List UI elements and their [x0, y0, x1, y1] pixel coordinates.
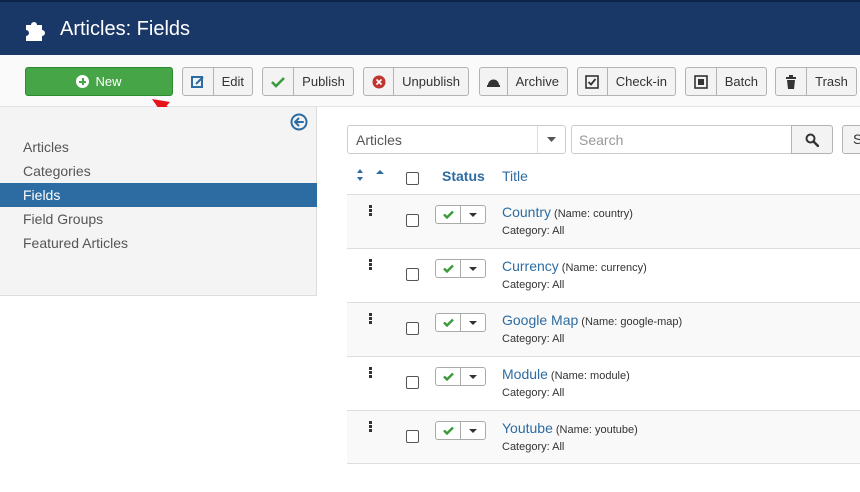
circle-x-icon: [364, 68, 395, 95]
table-row: Module (Name: module) Category: All: [347, 356, 860, 410]
batch-icon: [686, 68, 717, 95]
check-icon: [263, 68, 294, 95]
field-title-link[interactable]: Country: [502, 204, 551, 220]
new-button-label: New: [95, 74, 122, 89]
check-icon: [436, 314, 461, 331]
field-category: Category: All: [502, 333, 565, 345]
field-category: Category: All: [502, 387, 565, 399]
field-title-link[interactable]: Google Map: [502, 312, 578, 328]
batch-button[interactable]: Batch: [685, 67, 767, 96]
column-header-title[interactable]: Title: [502, 168, 528, 184]
row-checkbox[interactable]: [406, 430, 419, 443]
new-button[interactable]: New: [25, 67, 173, 96]
context-select[interactable]: Articles: [347, 125, 566, 154]
drag-handle-icon[interactable]: [369, 205, 373, 217]
field-title-link[interactable]: Youtube: [502, 420, 553, 436]
check-icon: [436, 260, 461, 277]
check-icon: [436, 206, 461, 223]
status-toggle[interactable]: [435, 367, 486, 386]
field-category: Category: All: [502, 279, 565, 291]
row-checkbox[interactable]: [406, 322, 419, 335]
check-icon: [436, 368, 461, 385]
puzzle-icon: [26, 22, 45, 41]
plus-circle-icon: [76, 75, 90, 88]
sidebar: Articles Categories Fields Field Groups …: [0, 107, 317, 296]
drag-handle-icon[interactable]: [369, 367, 373, 379]
table-row: Currency (Name: currency) Category: All: [347, 248, 860, 302]
field-alias: (Name: youtube): [555, 424, 638, 436]
table-row: Google Map (Name: google-map) Category: A…: [347, 302, 860, 356]
sidebar-item-featured-articles[interactable]: Featured Articles: [0, 231, 317, 255]
collapse-sidebar-icon[interactable]: [290, 113, 308, 131]
check-icon: [436, 422, 461, 439]
status-toggle[interactable]: [435, 313, 486, 332]
column-header-status[interactable]: Status: [442, 168, 485, 184]
row-checkbox[interactable]: [406, 376, 419, 389]
drag-handle-icon[interactable]: [369, 259, 373, 271]
sidebar-item-articles[interactable]: Articles: [0, 135, 317, 159]
row-checkbox[interactable]: [406, 268, 419, 281]
edit-button[interactable]: Edit: [182, 67, 253, 96]
archive-button[interactable]: Archive: [479, 67, 568, 96]
sidebar-item-categories[interactable]: Categories: [0, 159, 317, 183]
status-toggle[interactable]: [435, 259, 486, 278]
search-button[interactable]: [791, 125, 833, 154]
toolbar: New Edit Publish Unpublish Archive Check…: [0, 55, 860, 107]
table-bottom-border: [347, 463, 860, 464]
field-alias: (Name: google-map): [581, 316, 683, 328]
field-alias: (Name: module): [550, 370, 630, 382]
sidebar-item-fields[interactable]: Fields: [0, 183, 317, 207]
trash-button[interactable]: Trash: [775, 67, 857, 96]
sidebar-item-field-groups[interactable]: Field Groups: [0, 207, 317, 231]
chevron-down-icon: [537, 126, 565, 153]
search-input[interactable]: [571, 125, 792, 154]
chevron-down-icon: [461, 368, 485, 385]
edit-icon: [183, 68, 214, 95]
drag-handle-icon[interactable]: [369, 313, 373, 325]
drag-handle-icon[interactable]: [369, 421, 373, 433]
field-alias: (Name: currency): [561, 262, 647, 274]
publish-button[interactable]: Publish: [262, 67, 354, 96]
select-all-checkbox[interactable]: [406, 172, 419, 185]
unpublish-button[interactable]: Unpublish: [363, 67, 469, 96]
search-tools-button[interactable]: S: [842, 125, 860, 154]
row-checkbox[interactable]: [406, 214, 419, 227]
field-category: Category: All: [502, 225, 565, 237]
chevron-down-icon: [461, 260, 485, 277]
table-row: Youtube (Name: youtube) Category: All: [347, 410, 860, 464]
chevron-down-icon: [461, 206, 485, 223]
search-icon: [805, 133, 819, 147]
checkbox-icon: [578, 68, 608, 95]
page-header: Articles: Fields: [0, 0, 860, 55]
archive-icon: [480, 68, 508, 95]
status-toggle[interactable]: [435, 205, 486, 224]
field-title-link[interactable]: Module: [502, 366, 548, 382]
chevron-down-icon: [461, 422, 485, 439]
trash-icon: [776, 68, 807, 95]
field-title-link[interactable]: Currency: [502, 258, 559, 274]
checkin-button[interactable]: Check-in: [577, 67, 676, 96]
field-alias: (Name: country): [554, 208, 633, 220]
chevron-down-icon: [461, 314, 485, 331]
page-title: Articles: Fields: [60, 18, 191, 40]
status-toggle[interactable]: [435, 421, 486, 440]
table-row: Country (Name: country) Category: All: [347, 194, 860, 248]
field-category: Category: All: [502, 441, 565, 453]
sort-ordering-icon[interactable]: [356, 168, 386, 182]
